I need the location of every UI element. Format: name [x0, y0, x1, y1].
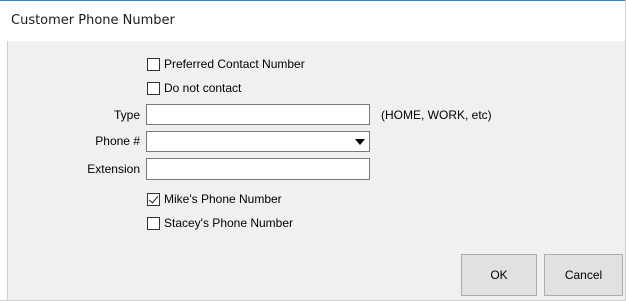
ok-button[interactable]: OK — [461, 254, 537, 296]
title-bar: Customer Phone Number — [0, 0, 626, 41]
accent-line — [0, 0, 626, 1]
do-not-contact-label: Do not contact — [164, 81, 242, 95]
phone-combobox[interactable] — [146, 131, 370, 152]
checkbox-box[interactable] — [147, 57, 160, 71]
checkbox-box[interactable] — [147, 216, 160, 230]
extension-input[interactable] — [146, 158, 370, 180]
mikes-phone-label: Mike's Phone Number — [164, 192, 282, 206]
phone-label: Phone # — [95, 134, 140, 148]
cancel-button[interactable]: Cancel — [544, 254, 623, 296]
mikes-phone-checkbox[interactable]: Mike's Phone Number — [147, 192, 282, 206]
do-not-contact-checkbox[interactable]: Do not contact — [147, 81, 241, 95]
extension-label: Extension — [87, 162, 140, 176]
type-hint: (HOME, WORK, etc) — [381, 108, 492, 122]
preferred-contact-checkbox[interactable]: Preferred Contact Number — [147, 57, 305, 71]
type-input[interactable] — [146, 104, 370, 125]
chevron-down-icon[interactable] — [351, 133, 368, 150]
checkmark-icon[interactable] — [147, 192, 160, 206]
staceys-phone-checkbox[interactable]: Stacey's Phone Number — [147, 216, 293, 230]
checkbox-box[interactable] — [147, 81, 160, 95]
staceys-phone-label: Stacey's Phone Number — [164, 216, 294, 230]
type-label: Type — [113, 108, 140, 122]
dialog-title: Customer Phone Number — [11, 13, 175, 28]
customer-phone-dialog: Customer Phone Number Preferred Contact … — [0, 0, 626, 301]
preferred-contact-label: Preferred Contact Number — [164, 57, 305, 71]
